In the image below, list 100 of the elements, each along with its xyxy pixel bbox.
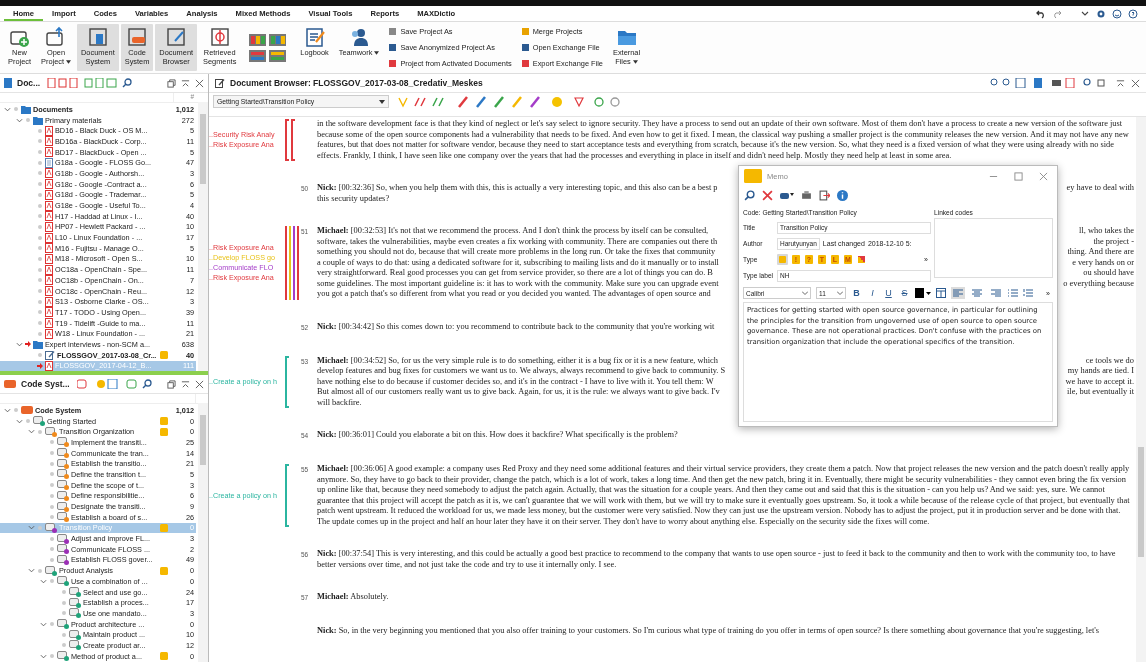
- notepad-icon: [303, 26, 326, 48]
- delete-icon[interactable]: [762, 189, 773, 201]
- memo-text-area[interactable]: [743, 302, 1053, 422]
- bullet-icon: [50, 440, 54, 445]
- settings-icon[interactable]: [1096, 8, 1106, 19]
- activation-dot[interactable]: [38, 171, 42, 176]
- paragraph-text: Michael: Absolutely.: [317, 592, 390, 603]
- linked-codes-list[interactable]: [934, 218, 1053, 278]
- chevron-icon[interactable]: [16, 417, 23, 425]
- collapse-icon[interactable]: [1116, 78, 1125, 88]
- memo-icon[interactable]: [160, 351, 168, 360]
- caret-icon[interactable]: [379, 99, 385, 104]
- bullet-icon: [14, 107, 18, 112]
- export-icon[interactable]: [819, 189, 830, 201]
- activation-dot[interactable]: [38, 278, 42, 283]
- table-icon[interactable]: [936, 288, 946, 298]
- format-button[interactable]: S: [899, 288, 910, 298]
- text-color-icon[interactable]: [915, 288, 931, 298]
- bullet-icon: [62, 643, 66, 648]
- undo-icon[interactable]: [1036, 8, 1046, 19]
- bullet-list-icon[interactable]: [1008, 289, 1018, 297]
- activation-arrow-icon[interactable]: [37, 362, 43, 369]
- text-file-icon: [45, 157, 53, 168]
- activation-dot[interactable]: [38, 256, 42, 261]
- chevron-icon[interactable]: [28, 428, 35, 436]
- chevron-icon[interactable]: [4, 406, 11, 414]
- activation-dot[interactable]: [38, 192, 42, 197]
- numbered-list-icon[interactable]: [1023, 289, 1033, 297]
- bullet-icon: [50, 547, 54, 552]
- activation-dot[interactable]: [26, 118, 30, 123]
- memo-icon[interactable]: [160, 417, 168, 426]
- activation-dot[interactable]: [38, 128, 42, 133]
- undock-icon[interactable]: [167, 379, 176, 389]
- format-button[interactable]: I: [867, 288, 878, 298]
- activation-dot[interactable]: [38, 353, 42, 358]
- bullet-icon: [50, 515, 54, 520]
- close-icon[interactable]: [195, 379, 204, 389]
- memo-icon[interactable]: [160, 427, 168, 436]
- smiley-icon[interactable]: [1112, 8, 1122, 19]
- activation-dot[interactable]: [38, 214, 42, 219]
- memo-icon[interactable]: [160, 652, 168, 661]
- activation-dot[interactable]: [38, 289, 42, 294]
- undock-icon[interactable]: [167, 78, 176, 88]
- search-icon[interactable]: [744, 189, 755, 201]
- activation-dot[interactable]: [38, 182, 42, 187]
- close-icon[interactable]: [1039, 171, 1048, 181]
- search-icon[interactable]: [141, 379, 152, 389]
- collapse-icon[interactable]: [181, 78, 190, 88]
- paragraph-text: develop features and bug fixes for customers we want us to. We always, always recommend to give back to community. S: [317, 366, 726, 377]
- align-button[interactable]: [970, 287, 984, 299]
- activation-dot[interactable]: [38, 139, 42, 144]
- memo-icon[interactable]: [160, 566, 168, 575]
- format-button[interactable]: U: [883, 288, 894, 298]
- bullet-icon: [62, 611, 66, 616]
- chevron-icon[interactable]: [16, 116, 23, 124]
- info-icon[interactable]: [837, 189, 848, 201]
- format-button[interactable]: B: [851, 288, 862, 298]
- paragraph-text: something you should not do, because that will create more problems in the long run. Or take the fixes that community: [317, 247, 716, 258]
- chevron-icon[interactable]: [28, 567, 35, 575]
- paragraph-text: in the software development face is that they kind of neglect or let's say select to ignore security. They have a process to send out an update of their own software. Most of them don't have a process to create a new version of the software just because some of the open source components had a vulnerability that needs to be fixed. And even how to get it fixed. I mean, the classical way pushing a smaller project is the community releases the new version. And it may not have any new features, but that does not matter for software vendor, because they need to start acceptance tests and everything from scratch, because it's the new version. So, what they need is a fixed version of what they were using already with no side effects. Frankly, I think, I have seen like one company over the years that had the processes and everything in place in itself and didn't need help. Mostly they need help at least in some area.: [317, 119, 1130, 161]
- activation-arrow-icon[interactable]: [25, 341, 31, 348]
- paragraph-text: this security updates?: [317, 193, 390, 204]
- layout-grid-icon[interactable]: [248, 31, 289, 64]
- close-icon[interactable]: [1131, 78, 1140, 88]
- activation-dot[interactable]: [38, 267, 42, 272]
- activation-dot[interactable]: [38, 203, 42, 208]
- paragraph-text: Nick: [00:34:42] So this comes down to: you recommend to contribute back to the community that you're working wit: [317, 321, 715, 332]
- activation-dot[interactable]: [38, 321, 42, 326]
- redo-icon[interactable]: [1052, 8, 1062, 19]
- activation-dot[interactable]: [38, 246, 42, 251]
- coding-stripe[interactable]: [291, 119, 295, 161]
- chevron-icon[interactable]: [40, 577, 47, 585]
- collapse-icon[interactable]: [181, 379, 190, 389]
- activation-dot[interactable]: [38, 299, 42, 304]
- search-icon[interactable]: [122, 78, 133, 88]
- activation-dot[interactable]: [38, 310, 42, 315]
- chevron-icon[interactable]: [40, 652, 47, 660]
- chevron-icon[interactable]: [16, 340, 23, 348]
- coding-stripe[interactable]: [285, 119, 289, 161]
- chevron-icon[interactable]: [28, 524, 35, 532]
- print-icon[interactable]: [801, 189, 812, 201]
- activation-dot[interactable]: [38, 224, 42, 229]
- activation-dot[interactable]: [38, 331, 42, 336]
- paragraph-text: very straightforward. Real good processes you can get from service provider, so there are a lot of things you can do. B: [317, 268, 713, 279]
- maximize-icon[interactable]: [1014, 171, 1023, 181]
- close-icon[interactable]: [195, 78, 204, 88]
- help-icon[interactable]: [1128, 8, 1138, 19]
- coding-stripe[interactable]: [285, 464, 289, 527]
- paragraph-text: some guidelines. The most important guideline is: it has to work with the community. Make sure you can upgrade event: [317, 278, 719, 289]
- activation-dot[interactable]: [38, 150, 42, 155]
- align-button[interactable]: [951, 287, 965, 299]
- chevron-icon[interactable]: [4, 105, 11, 113]
- paragraph-text: we have to accept it.: [1065, 376, 1134, 387]
- coding-stripe[interactable]: [285, 355, 289, 408]
- activation-dot[interactable]: [38, 235, 42, 240]
- chevron-icon[interactable]: [40, 620, 47, 628]
- memo-type-button[interactable]: [856, 254, 867, 265]
- link-code-icon[interactable]: [780, 190, 794, 200]
- activation-dot[interactable]: [38, 160, 42, 165]
- align-button[interactable]: [989, 287, 1003, 299]
